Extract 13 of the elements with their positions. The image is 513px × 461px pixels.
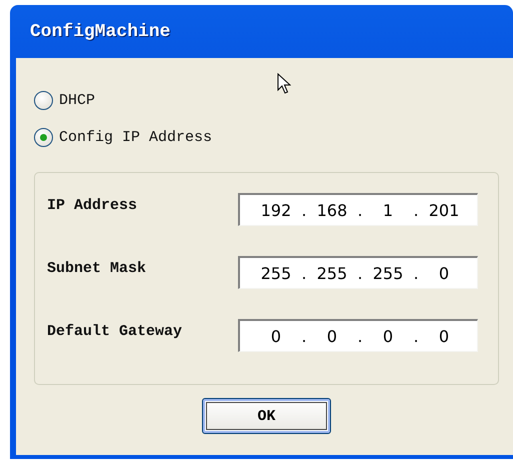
mouse-pointer-icon <box>277 73 291 95</box>
radio-button[interactable] <box>34 91 53 110</box>
ok-button[interactable]: OK <box>202 398 331 434</box>
field-label: Default Gateway <box>47 322 182 340</box>
radio-label[interactable]: Config IP Address <box>59 129 212 146</box>
ip-address-field[interactable]: 0 . 0 . 0 . 0 <box>238 319 478 352</box>
field-label: IP Address <box>47 196 138 214</box>
ip-address-field[interactable]: 255 . 255 . 255 . 0 <box>238 256 478 289</box>
window-title: ConfigMachine <box>30 22 170 42</box>
radio-button[interactable] <box>34 128 53 147</box>
field-label: Subnet Mask <box>47 259 146 277</box>
radio-label[interactable]: DHCP <box>59 92 96 109</box>
ip-address-field[interactable]: 192 . 168 . 1 . 201 <box>238 193 478 226</box>
